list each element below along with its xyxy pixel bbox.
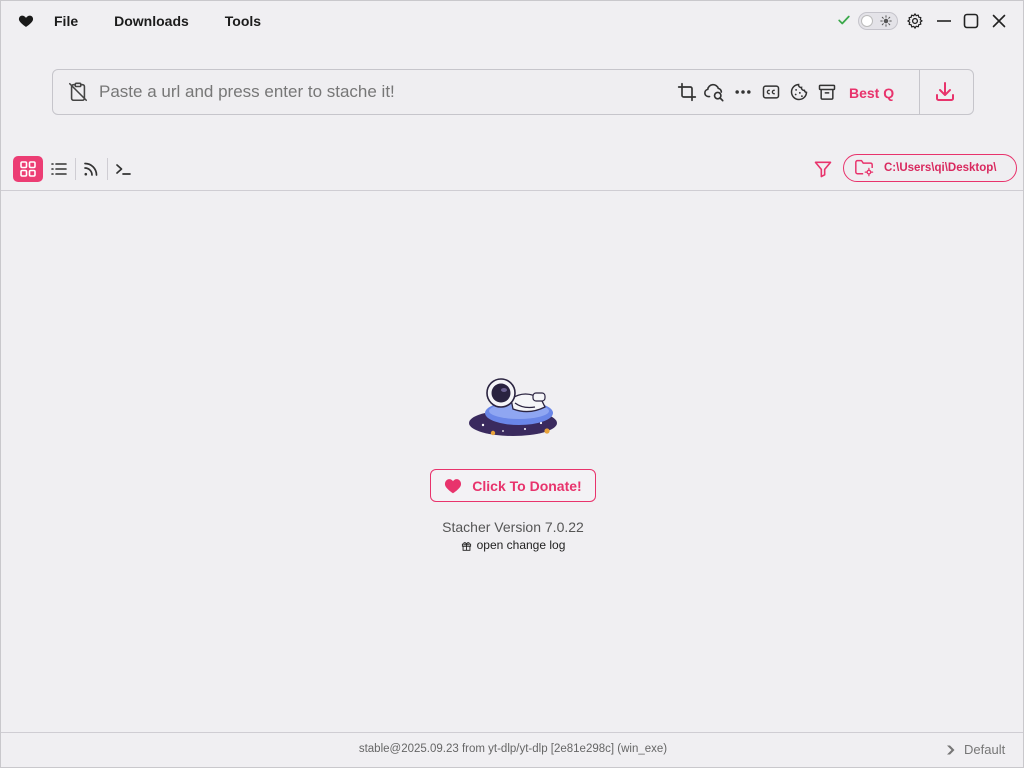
status-bar: stable@2025.09.23 from yt-dlp/yt-dlp [2e… [1,733,1023,767]
clipboard-off-icon[interactable] [67,81,89,103]
cloud-search-icon[interactable] [703,82,727,102]
close-icon[interactable] [991,12,1007,30]
list-icon [51,163,67,175]
menu-file[interactable]: File [41,1,91,41]
toolbar-divider [1,190,1023,191]
menu-bar: File Downloads Tools [41,1,274,41]
toggle-knob [861,15,873,27]
grid-view-button[interactable] [13,156,43,182]
profile-label: Default [964,742,1006,757]
download-icon[interactable] [933,80,957,104]
title-bar: File Downloads Tools [1,1,1023,41]
terminal-view-button[interactable] [108,156,138,182]
folder-settings-icon [855,159,874,177]
minimize-icon[interactable] [936,11,952,31]
view-toolbar [13,155,139,183]
version-text: Stacher Version 7.0.22 [442,519,584,535]
output-folder-path: C:\Users\qi\Desktop\ [884,162,997,174]
profile-selector[interactable]: Default [945,742,1005,757]
rss-icon [84,162,98,176]
sun-icon [880,15,892,27]
theme-toggle[interactable] [858,12,898,30]
gift-icon [461,541,471,551]
heart-icon[interactable] [18,13,34,29]
more-options-icon[interactable] [733,82,753,102]
filter-icon[interactable] [813,159,833,179]
cookie-icon[interactable] [789,82,809,102]
url-input[interactable] [99,78,659,106]
donate-button[interactable]: Click To Donate! [430,469,596,502]
menu-tools[interactable]: Tools [212,1,274,41]
gear-icon[interactable] [906,12,924,30]
subtitles-icon[interactable] [761,82,781,102]
check-icon [838,15,850,25]
menu-downloads[interactable]: Downloads [101,1,202,41]
astronaut-illustration [469,378,557,436]
output-folder-button[interactable]: C:\Users\qi\Desktop\ [843,154,1017,182]
backend-status: stable@2025.09.23 from yt-dlp/yt-dlp [2e… [358,743,668,755]
archive-icon[interactable] [817,82,837,102]
quality-selector[interactable]: Best Q [849,82,894,104]
app-window: File Downloads Tools Paste a url and pre… [0,0,1024,768]
changelog-label: open change log [476,538,566,552]
crop-icon[interactable] [677,82,697,102]
url-bar-divider [919,70,920,114]
maximize-icon[interactable] [963,12,979,30]
chevron-right-icon [947,745,955,754]
terminal-icon [116,164,131,175]
list-view-button[interactable] [44,156,74,182]
heart-icon [445,478,462,493]
changelog-link[interactable]: open change log [1,538,1024,552]
donate-label: Click To Donate! [472,477,582,494]
url-bar: Best Q [52,69,974,115]
grid-icon [20,161,36,177]
feed-view-button[interactable] [76,156,106,182]
